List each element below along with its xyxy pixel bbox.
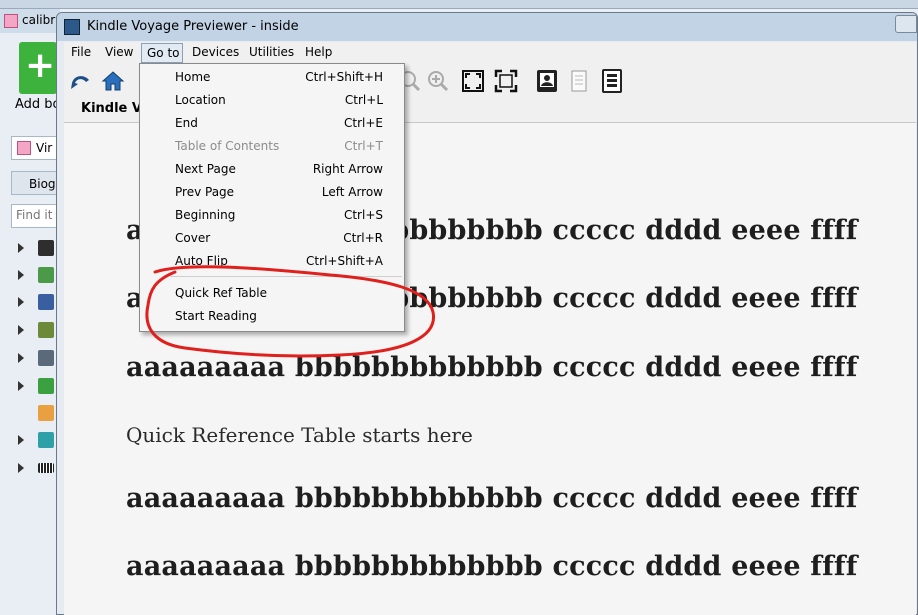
menu-item-quick-ref-table[interactable]: Quick Ref Table: [140, 282, 404, 305]
menu-item-home[interactable]: Home Ctrl+Shift+H: [140, 66, 404, 89]
window-title: Kindle Voyage Previewer - inside: [87, 19, 299, 34]
tree-item-authors[interactable]: [18, 240, 60, 258]
menubar: File View Go to Devices Utilities Help: [64, 42, 916, 64]
tab-biography[interactable]: Biog: [11, 171, 59, 195]
portrait-device-icon[interactable]: [535, 69, 559, 93]
menu-item-auto-flip[interactable]: Auto Flip Ctrl+Shift+A: [140, 250, 404, 273]
menu-item-label: Quick Ref Table: [175, 286, 267, 300]
menu-item-label: End: [175, 116, 198, 130]
menu-item-label: Table of Contents: [175, 139, 280, 153]
calibre-app-icon: [4, 14, 18, 28]
menu-item-shortcut: Right Arrow: [312, 162, 383, 176]
menu-item-shortcut: Ctrl+Shift+H: [305, 70, 383, 84]
calibre-top-strip: [0, 0, 918, 9]
menu-help[interactable]: Help: [305, 45, 332, 59]
menu-item-shortcut: Ctrl+Shift+A: [306, 254, 383, 268]
goto-dropdown-menu: Home Ctrl+Shift+H Location Ctrl+L End Ct…: [139, 63, 405, 332]
menu-separator: [170, 276, 402, 277]
expand-arrow-icon[interactable]: [18, 270, 24, 280]
tags-icon: [38, 432, 54, 448]
tree-item-formats[interactable]: [18, 322, 60, 340]
menu-goto[interactable]: Go to: [141, 43, 183, 63]
back-arrow-icon[interactable]: [68, 69, 92, 93]
menu-item-cover[interactable]: Cover Ctrl+R: [140, 227, 404, 250]
page-icon[interactable]: [567, 69, 591, 93]
tree-item-publisher[interactable]: [18, 350, 60, 368]
kindle-titlebar: Kindle Voyage Previewer - inside: [57, 13, 917, 41]
globe-icon: [38, 267, 54, 283]
expand-arrow-icon[interactable]: [18, 381, 24, 391]
expand-arrow-icon[interactable]: [18, 463, 24, 473]
expand-arrow-icon[interactable]: [18, 297, 24, 307]
tree-item-tags[interactable]: [18, 432, 60, 450]
plus-icon: +: [25, 45, 56, 86]
find-item-input[interactable]: [16, 208, 58, 222]
kindle-app-icon: [64, 19, 80, 35]
series-icon: [38, 294, 54, 310]
fit-width-icon[interactable]: [494, 69, 518, 93]
news-icon: [38, 405, 54, 421]
calibre-title: calibr: [22, 13, 56, 27]
menu-item-label: Start Reading: [175, 309, 257, 323]
menu-item-label: Beginning: [175, 208, 236, 222]
menu-item-beginning[interactable]: Beginning Ctrl+S: [140, 204, 404, 227]
menu-item-shortcut: Left Arrow: [321, 185, 383, 199]
menu-item-label: Next Page: [175, 162, 236, 176]
tree-item-series[interactable]: [18, 294, 60, 312]
menu-item-shortcut: Ctrl+S: [343, 208, 383, 222]
add-book-button[interactable]: +: [19, 42, 57, 94]
menu-item-label: Home: [175, 70, 211, 84]
rating-icon: [38, 378, 54, 394]
home-icon[interactable]: [101, 69, 125, 93]
maximize-button[interactable]: [895, 15, 917, 33]
tree-item-news[interactable]: [18, 405, 60, 423]
menu-item-shortcut: Ctrl+R: [343, 231, 383, 245]
quick-reference-heading: Quick Reference Table starts here: [126, 423, 473, 447]
menu-item-end[interactable]: End Ctrl+E: [140, 112, 404, 135]
menu-utilities[interactable]: Utilities: [249, 45, 294, 59]
find-item-box[interactable]: [11, 204, 59, 228]
library-icon: [17, 141, 31, 155]
expand-arrow-icon[interactable]: [18, 243, 24, 253]
add-book-label: Add bo: [15, 97, 61, 112]
menu-item-shortcut: Ctrl+T: [344, 139, 383, 153]
menu-item-label: Auto Flip: [175, 254, 228, 268]
formats-icon: [38, 322, 54, 338]
expand-arrow-icon[interactable]: [18, 325, 24, 335]
menu-view[interactable]: View: [105, 45, 133, 59]
zoom-in-icon[interactable]: [426, 69, 450, 93]
menu-item-location[interactable]: Location Ctrl+L: [140, 89, 404, 112]
fit-page-icon[interactable]: [461, 69, 485, 93]
menu-file[interactable]: File: [71, 45, 91, 59]
barcode-icon: [38, 463, 54, 473]
tab-biography-label: Biog: [29, 177, 56, 191]
barcode-device-icon[interactable]: [600, 69, 624, 93]
expand-arrow-icon[interactable]: [18, 435, 24, 445]
menu-item-label: Location: [175, 93, 226, 107]
menu-item-prev-page[interactable]: Prev Page Left Arrow: [140, 181, 404, 204]
menu-item-table-of-contents: Table of Contents Ctrl+T: [140, 135, 404, 158]
tree-item-identifiers[interactable]: [18, 460, 60, 478]
publisher-icon: [38, 350, 54, 366]
virtual-library-button[interactable]: Vir: [11, 136, 59, 160]
reading-line-3: aaaaaaaaa bbbbbbbbbbbbb ccccc dddd eeee …: [126, 352, 858, 383]
menu-goto-label: Go to: [147, 46, 180, 60]
virtual-library-label: Vir: [36, 141, 53, 155]
menu-item-next-page[interactable]: Next Page Right Arrow: [140, 158, 404, 181]
menu-item-start-reading[interactable]: Start Reading: [140, 305, 404, 328]
reading-line-6: aaaaaaaaa bbbbbbbbbbbbb ccccc dddd eeee …: [126, 551, 858, 582]
authors-icon: [38, 240, 54, 256]
reading-line-5: aaaaaaaaa bbbbbbbbbbbbb ccccc dddd eeee …: [126, 483, 858, 514]
menu-item-shortcut: Ctrl+E: [344, 116, 383, 130]
tree-item-languages[interactable]: [18, 267, 60, 285]
menu-devices[interactable]: Devices: [192, 45, 239, 59]
tree-item-rating[interactable]: [18, 378, 60, 396]
menu-item-label: Cover: [175, 231, 211, 245]
expand-arrow-icon[interactable]: [18, 353, 24, 363]
menu-item-shortcut: Ctrl+L: [344, 93, 383, 107]
menu-item-label: Prev Page: [175, 185, 235, 199]
